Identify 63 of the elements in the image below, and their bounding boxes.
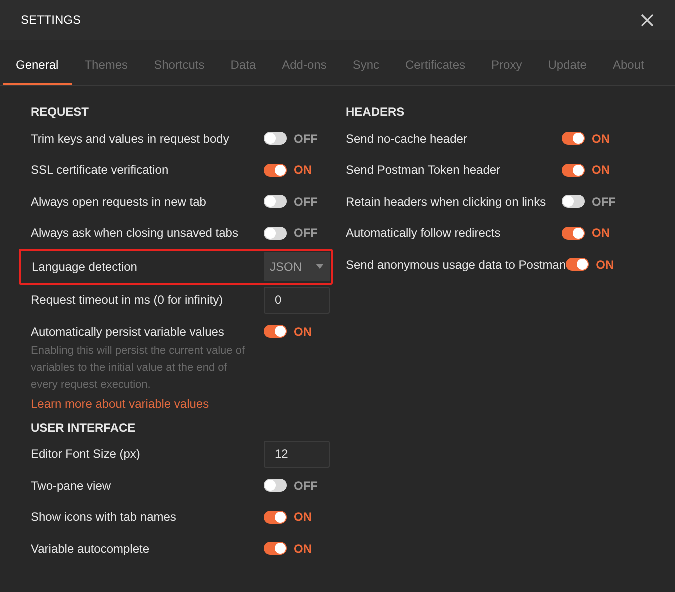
setting-label: Two-pane view [31,478,112,495]
toggle-switch[interactable] [264,542,287,556]
toggle-state: ON [596,256,614,274]
setting-label: Retain headers when clicking on links [346,194,546,211]
number-field[interactable]: 0 [264,286,330,314]
setting-label: Automatically persist variable values [31,324,224,341]
section-heading: USER INTERFACE [31,420,137,436]
toggle-switch[interactable] [264,510,287,524]
setting-label: Editor Font Size (px) [31,446,140,464]
settings-tab[interactable]: Proxy [478,47,536,85]
learn-more-link[interactable]: Learn more about variable values [31,394,330,412]
toggle-switch[interactable] [566,258,590,272]
setting-label: Show icons with tab names [31,509,176,526]
setting-label: Variable autocomplete [31,540,150,558]
setting-label: Request timeout in ms (0 for infinity) [31,292,224,310]
setting-label: Send Postman Token header [346,162,501,180]
settings-tab[interactable]: Shortcuts [141,47,218,85]
settings-tab[interactable]: Add-ons [269,47,340,85]
toggle-switch[interactable] [562,195,585,208]
toggle-state: ON [294,509,312,526]
setting-label: Send anonymous usage data to Postman [346,256,566,274]
toggle-state: OFF [294,225,318,242]
toggle-switch[interactable] [264,164,287,177]
settings-tab[interactable]: Certificates [392,47,479,85]
toggle-state: OFF [592,194,616,211]
toggle-switch[interactable] [264,195,287,208]
toggle-switch[interactable] [562,132,585,146]
settings-tab[interactable]: Sync [340,47,393,85]
caret-icon [316,264,324,270]
settings-tab[interactable]: General [3,47,72,85]
toggle-state: ON [294,162,312,180]
setting-label: Always ask when closing unsaved tabs [31,225,238,242]
toggle-switch[interactable] [264,132,287,146]
toggle-state: ON [294,540,312,558]
close-icon[interactable] [641,14,654,26]
setting-label: Automatically follow redirects [346,225,501,242]
setting-label: SSL certificate verification [31,162,169,180]
language-select[interactable]: JSON [264,252,330,282]
toggle-state: ON [294,324,312,341]
setting-label: Always open requests in new tab [31,194,206,211]
toggle-switch[interactable] [264,325,287,338]
toggle-switch[interactable] [562,226,585,240]
toggle-switch[interactable] [562,164,585,177]
toggle-switch[interactable] [264,226,287,240]
settings-tab[interactable]: About [600,47,658,85]
toggle-switch[interactable] [264,479,287,492]
toggle-state: OFF [294,478,318,495]
toggle-state: ON [592,225,610,242]
number-field[interactable]: 12 [264,440,330,468]
setting-label: Language detection [32,258,138,276]
toggle-state: OFF [294,130,318,148]
settings-tab[interactable]: Data [218,47,270,85]
settings-tab[interactable]: Update [535,47,600,85]
section-heading: REQUEST [31,104,90,121]
setting-label: Trim keys and values in request body [31,130,230,148]
help-text: Enabling this will persist the current value of variables to the initial value at the end of every request execution. [31,344,246,392]
setting-label: Send no-cache header [346,130,468,148]
toggle-state: ON [592,162,610,180]
section-heading: HEADERS [346,104,406,121]
toggle-state: ON [592,130,610,148]
toggle-state: OFF [294,194,318,211]
window-title: SETTINGS [21,12,82,29]
settings-tab[interactable]: Themes [72,47,142,85]
